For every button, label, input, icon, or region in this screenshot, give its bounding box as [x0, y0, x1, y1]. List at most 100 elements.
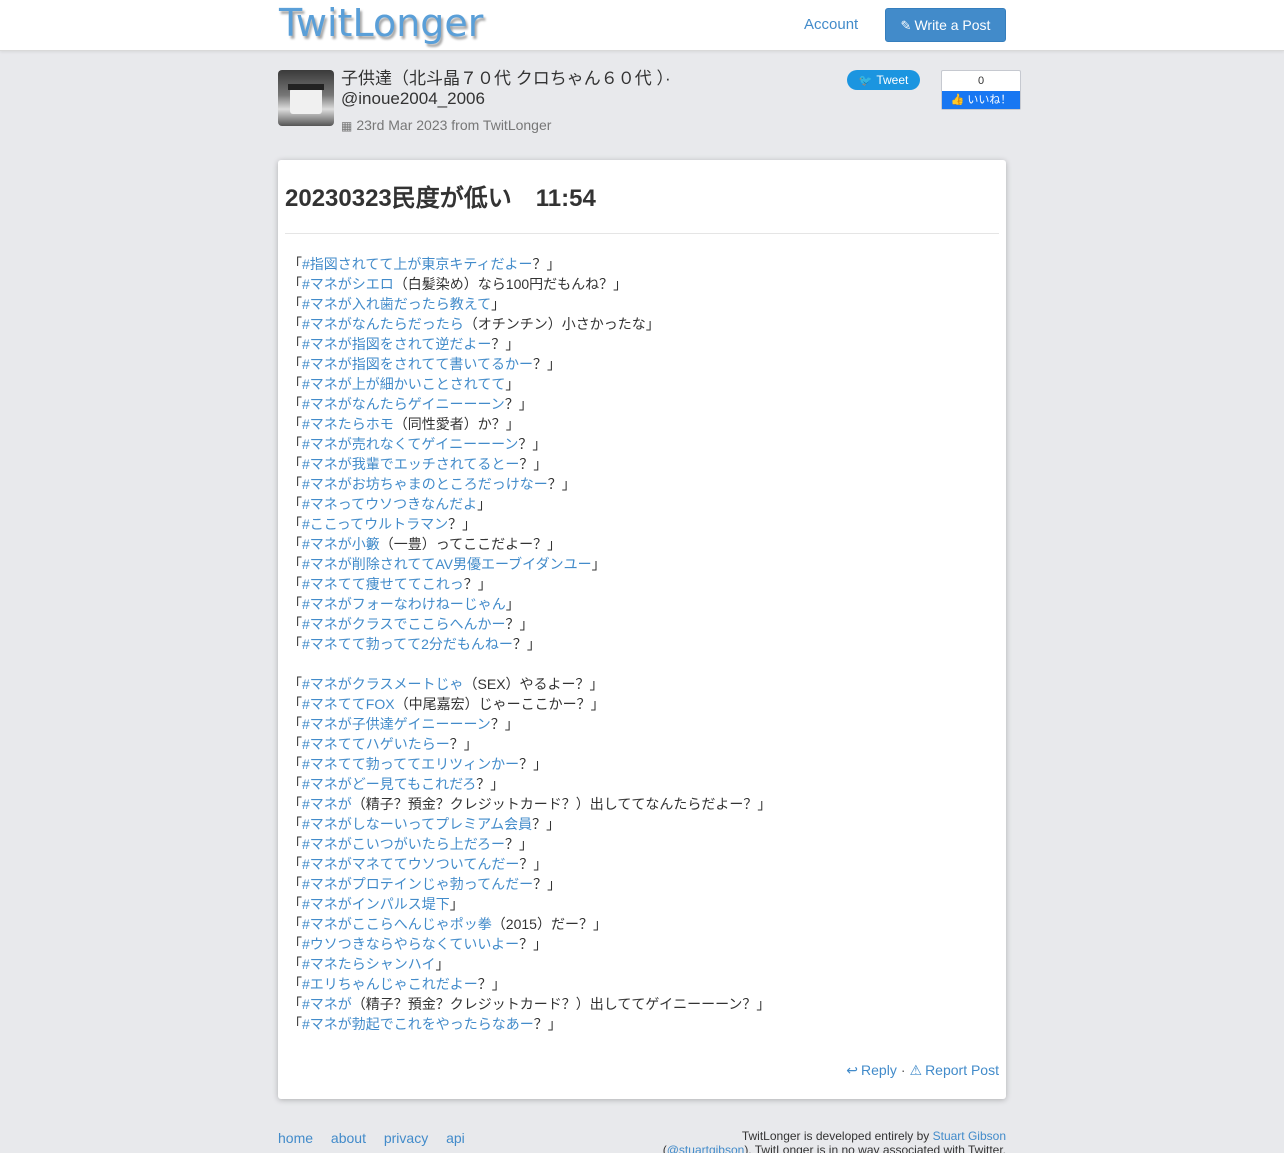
avatar-eye-bar [288, 84, 324, 90]
hashtag-link[interactable]: #マネがどー見てもこれだろ [302, 776, 476, 792]
post-line: 「#マネが上が細かいことされてて」 [288, 374, 988, 394]
line-prefix: 「 [288, 556, 302, 572]
post-line: 「#マネが我輩でエッチされてるとー？」 [288, 454, 988, 474]
line-prefix: 「 [288, 936, 302, 952]
line-suffix: ？」 [448, 516, 477, 532]
author-display-line[interactable]: 子供達（北斗晶７０代 クロちゃん６０代 ）· @inoue2004_2006 [341, 69, 761, 109]
post-line: 「#マネててハゲいたらー？」 [288, 734, 988, 754]
post-body: 「#指図されてて上が東京キティだよー？」 「#マネがシエロ（白髪染め）なら100円… [288, 254, 988, 1034]
line-suffix: 」 [591, 556, 606, 572]
hashtag-link[interactable]: #マネたらシャンハイ [302, 956, 436, 972]
line-prefix: 「 [288, 916, 302, 932]
hashtag-link[interactable]: #マネってウソつきなんだよ [302, 496, 477, 512]
line-suffix: （オチンチン）小さかったな」 [463, 316, 660, 332]
report-post-link[interactable]: ⚠ Report Post [910, 1062, 1000, 1078]
calendar-icon: ▦ [341, 119, 353, 133]
hashtag-link[interactable]: #マネがクラスでここらへんかー [302, 616, 506, 632]
hashtag-link[interactable]: #マネが小籔 [302, 536, 380, 552]
post-line: 「#マネが削除されててAV男優エーブイダンユー」 [288, 554, 988, 574]
line-prefix: 「 [288, 676, 302, 692]
hashtag-link[interactable]: #マネがマネててウソついてんだー [302, 856, 519, 872]
avatar[interactable] [278, 70, 334, 126]
hashtag-link[interactable]: #マネが [302, 996, 352, 1012]
line-prefix: 「 [288, 836, 302, 852]
write-post-button[interactable]: ✎ Write a Post [885, 8, 1006, 42]
tweet-button[interactable]: 🐦 Tweet [847, 70, 920, 90]
hashtag-link[interactable]: #マネがお坊ちゃまのところだっけなー [302, 476, 548, 492]
hashtag-link[interactable]: #マネがシエロ [302, 276, 394, 292]
hashtag-link[interactable]: #指図されてて上が東京キティだよー [302, 256, 533, 272]
hashtag-link[interactable]: #ウソつきならやらなくていいよー [302, 936, 519, 952]
hashtag-link[interactable]: #マネが指図をされてて書いてるかー [302, 356, 533, 372]
hashtag-link[interactable]: #マネが入れ歯だったら教えて [302, 296, 491, 312]
hashtag-link[interactable]: #マネが我輩でエッチされてるとー [302, 456, 519, 472]
hashtag-link[interactable]: #マネが子供達ゲイニーーーン [302, 716, 491, 732]
credit-author-link[interactable]: Stuart Gibson [933, 1129, 1006, 1143]
credit-handle-link[interactable]: @stuartgibson [667, 1143, 745, 1153]
post-date: 23rd Mar 2023 from TwitLonger [356, 117, 552, 133]
hashtag-link[interactable]: #マネてて勃っててエリツィンかー [302, 756, 519, 772]
avatar-face [290, 88, 322, 114]
post-line: 「#マネがシエロ（白髪染め）なら100円だもんね？」 [288, 274, 988, 294]
line-prefix: 「 [288, 956, 302, 972]
footer-link-home[interactable]: home [278, 1130, 313, 1146]
line-suffix: ？」 [449, 736, 478, 752]
credit-prefix: TwitLonger is developed entirely by [741, 1129, 933, 1143]
hashtag-link[interactable]: #エリちゃんじゃこれだよー [302, 976, 478, 992]
hashtag-link[interactable]: #マネが売れなくてゲイニーーーン [302, 436, 518, 452]
hashtag-link[interactable]: #マネが指図をされて逆だよー [302, 336, 491, 352]
line-prefix: 「 [288, 336, 302, 352]
hashtag-link[interactable]: #マネがここらへんじゃポッ拳 [302, 916, 492, 932]
hashtag-link[interactable]: #マネがプロテインじゃ勃ってんだー [302, 876, 533, 892]
line-prefix: 「 [288, 456, 302, 472]
line-suffix: ？」 [533, 1016, 562, 1032]
hashtag-link[interactable]: #マネたらホモ [302, 416, 394, 432]
line-suffix: 」 [505, 596, 520, 612]
hashtag-link[interactable]: #マネがフォーなわけねーじゃん [302, 596, 506, 612]
line-prefix: 「 [288, 696, 302, 712]
facebook-like-box: 0 👍 いいね！ [941, 70, 1021, 110]
hashtag-link[interactable]: #マネがなんたらゲイニーーーン [302, 396, 505, 412]
line-suffix: ？」 [532, 256, 561, 272]
line-suffix: （同性愛者）か？」 [393, 416, 520, 432]
post-panel: 20230323民度が低い 11:54 「#指図されてて上が東京キティだよー？」… [278, 160, 1006, 1099]
footer-link-about[interactable]: about [331, 1130, 366, 1146]
hashtag-link[interactable]: #マネがこいつがいたら上だろー [302, 836, 505, 852]
hashtag-link[interactable]: #マネがなんたらだったら [302, 316, 464, 332]
post-line: 「#マネが勃起でこれをやったらなあー？」 [288, 1014, 988, 1034]
brand-logo[interactable]: TwitLonger [279, 0, 483, 46]
hashtag-link[interactable]: #マネが [302, 796, 352, 812]
hashtag-link[interactable]: #ここってウルトラマン [302, 516, 448, 532]
hashtag-link[interactable]: #マネがしなーいってプレミアム会員 [302, 816, 532, 832]
line-suffix: ？」 [512, 636, 541, 652]
hashtag-link[interactable]: #マネがクラスメートじゃ [302, 676, 464, 692]
post-meta: ▦ 23rd Mar 2023 from TwitLonger [341, 117, 551, 133]
footer-link-privacy[interactable]: privacy [384, 1130, 428, 1146]
hashtag-link[interactable]: #マネが上が細かいことされてて [302, 376, 505, 392]
hashtag-link[interactable]: #マネが削除されててAV男優エーブイダンユー [302, 556, 592, 572]
hashtag-link[interactable]: #マネててFOX [302, 696, 395, 712]
line-prefix: 「 [288, 976, 302, 992]
hashtag-link[interactable]: #マネてて痩せててこれっ [302, 576, 464, 592]
line-prefix: 「 [288, 636, 302, 652]
reply-link[interactable]: ↩ Reply [846, 1062, 897, 1078]
hashtag-link[interactable]: #マネがインパルス堤下 [302, 896, 450, 912]
like-count: 0 [977, 75, 985, 87]
hashtag-link[interactable]: #マネが勃起でこれをやったらなあー [302, 1016, 534, 1032]
footer-link-api[interactable]: api [446, 1130, 465, 1146]
line-suffix: 」 [435, 956, 450, 972]
line-suffix: ？」 [519, 856, 548, 872]
title-divider [285, 233, 999, 234]
post-line: 「#ウソつきならやらなくていいよー？」 [288, 934, 988, 954]
line-suffix: ？」 [518, 436, 547, 452]
post-line: 「#マネが指図をされてて書いてるかー？」 [288, 354, 988, 374]
line-suffix: 」 [505, 376, 520, 392]
like-button[interactable]: 👍 いいね！ [942, 91, 1020, 109]
account-link[interactable]: Account [804, 16, 858, 33]
post-line: 「#マネてて勃っててエリツィンかー？」 [288, 754, 988, 774]
line-prefix: 「 [288, 736, 302, 752]
twitter-bird-icon: 🐦 [858, 75, 873, 87]
post-line: 「#マネが（精子？預金？クレジットカード？）出しててなんたらだよー？」 [288, 794, 988, 814]
hashtag-link[interactable]: #マネててハゲいたらー [302, 736, 450, 752]
hashtag-link[interactable]: #マネてて勃ってて2分だもんねー [302, 636, 513, 652]
